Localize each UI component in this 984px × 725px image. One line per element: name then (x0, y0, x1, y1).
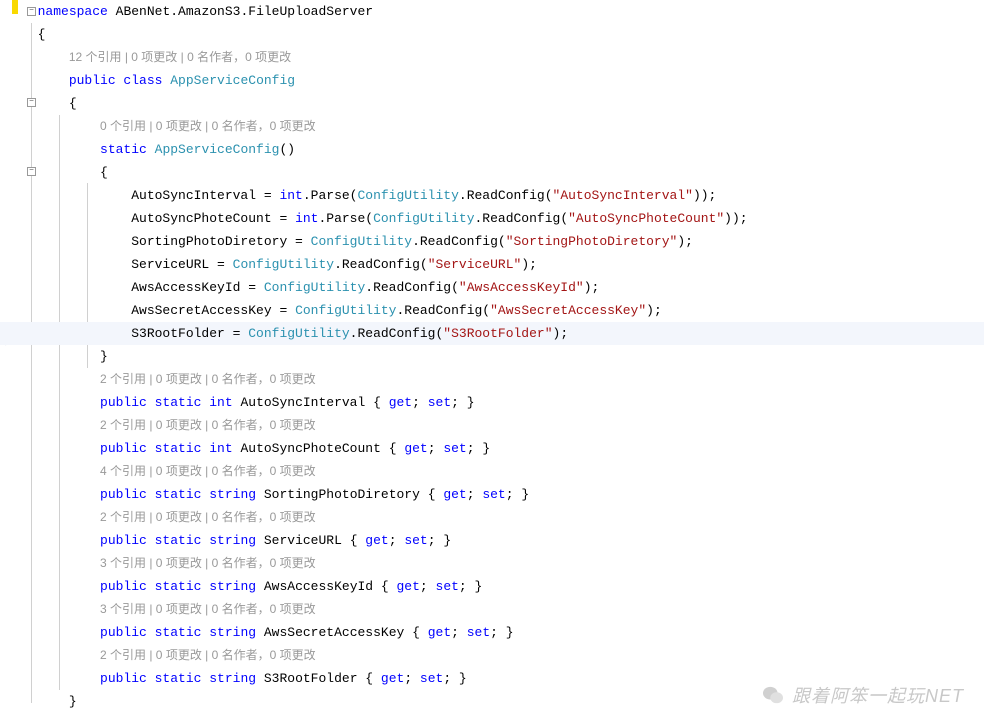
codelens[interactable]: 3 个引用 | 0 项更改 | 0 名作者，0 项更改 (100, 602, 316, 616)
code-line: AwsAccessKeyId = ConfigUtility.ReadConfi… (22, 276, 984, 299)
codelens[interactable]: 2 个引用 | 0 项更改 | 0 名作者，0 项更改 (100, 418, 316, 432)
code-line: 12 个引用 | 0 项更改 | 0 名作者，0 项更改 (22, 46, 984, 69)
code-line: 2 个引用 | 0 项更改 | 0 名作者，0 项更改 (22, 368, 984, 391)
code-line: static AppServiceConfig() (22, 138, 984, 161)
code-line: public static string ServiceURL { get; s… (22, 529, 984, 552)
code-line: } (22, 345, 984, 368)
code-line: 2 个引用 | 0 项更改 | 0 名作者，0 项更改 (22, 414, 984, 437)
code-line: { (22, 23, 984, 46)
code-line: namespace ABenNet.AmazonS3.FileUploadSer… (22, 0, 984, 23)
code-line: public static string AwsAccessKeyId { ge… (22, 575, 984, 598)
code-line: public static string SortingPhotoDiretor… (22, 483, 984, 506)
code-line: AwsSecretAccessKey = ConfigUtility.ReadC… (22, 299, 984, 322)
wechat-icon (762, 685, 784, 710)
codelens[interactable]: 2 个引用 | 0 项更改 | 0 名作者，0 项更改 (100, 648, 316, 662)
code-line: 3 个引用 | 0 项更改 | 0 名作者，0 项更改 (22, 552, 984, 575)
code-line: { (22, 161, 984, 184)
code-line: 4 个引用 | 0 项更改 | 0 名作者，0 项更改 (22, 460, 984, 483)
code-line: public static int AutoSyncInterval { get… (22, 391, 984, 414)
codelens[interactable]: 0 个引用 | 0 项更改 | 0 名作者，0 项更改 (100, 119, 316, 133)
code-line: ServiceURL = ConfigUtility.ReadConfig("S… (22, 253, 984, 276)
code-line: { (22, 92, 984, 115)
code-line: 2 个引用 | 0 项更改 | 0 名作者，0 项更改 (22, 506, 984, 529)
change-marker (12, 0, 18, 14)
code-line: public class AppServiceConfig (22, 69, 984, 92)
code-line: AutoSyncPhoteCount = int.Parse(ConfigUti… (22, 207, 984, 230)
codelens[interactable]: 2 个引用 | 0 项更改 | 0 名作者，0 项更改 (100, 372, 316, 386)
codelens[interactable]: 3 个引用 | 0 项更改 | 0 名作者，0 项更改 (100, 556, 316, 570)
code-editor[interactable]: namespace ABenNet.AmazonS3.FileUploadSer… (0, 0, 984, 713)
code-line: public static string AwsSecretAccessKey … (22, 621, 984, 644)
watermark: 跟着阿笨一起玩NET (762, 682, 964, 710)
code-line: 2 个引用 | 0 项更改 | 0 名作者，0 项更改 (22, 644, 984, 667)
code-line: 0 个引用 | 0 项更改 | 0 名作者，0 项更改 (22, 115, 984, 138)
code-line: public static int AutoSyncPhoteCount { g… (22, 437, 984, 460)
codelens[interactable]: 12 个引用 | 0 项更改 | 0 名作者，0 项更改 (69, 50, 291, 64)
code-line-current: S3RootFolder = ConfigUtility.ReadConfig(… (0, 322, 984, 345)
code-line: AutoSyncInterval = int.Parse(ConfigUtili… (22, 184, 984, 207)
code-line: SortingPhotoDiretory = ConfigUtility.Rea… (22, 230, 984, 253)
code-line: 3 个引用 | 0 项更改 | 0 名作者，0 项更改 (22, 598, 984, 621)
codelens[interactable]: 2 个引用 | 0 项更改 | 0 名作者，0 项更改 (100, 510, 316, 524)
codelens[interactable]: 4 个引用 | 0 项更改 | 0 名作者，0 项更改 (100, 464, 316, 478)
